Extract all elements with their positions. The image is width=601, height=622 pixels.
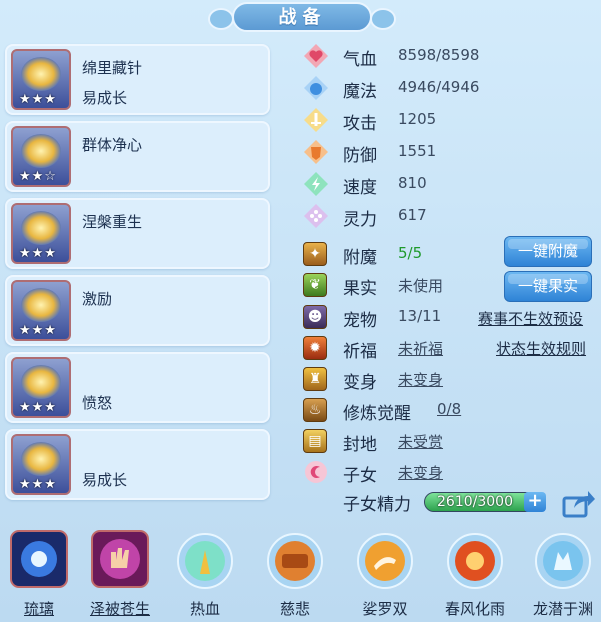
inspire-gear-icon: ★★★ bbox=[11, 280, 71, 341]
purify-gear-icon: ★★☆ bbox=[11, 126, 71, 187]
enchant-icon: ✦ bbox=[303, 242, 327, 266]
add-energy-button[interactable]: + bbox=[524, 492, 546, 512]
gear-name: 激励 bbox=[82, 290, 113, 308]
gear-card-2[interactable]: ★★☆ 群体净心 bbox=[5, 121, 270, 192]
cultivate-icon: ♨ bbox=[303, 398, 327, 422]
share-icon[interactable] bbox=[562, 488, 596, 518]
speed-icon bbox=[304, 172, 328, 196]
ring-gear-icon: ★★★ bbox=[11, 357, 71, 418]
pet-icon: ☻ bbox=[303, 305, 327, 329]
one-click-fruit-button[interactable]: 一键果实 bbox=[504, 271, 592, 302]
skill-healing[interactable]: 泽被苍生 bbox=[85, 530, 155, 622]
child-icon bbox=[305, 461, 327, 483]
armor-gear-icon: ★★★ bbox=[11, 434, 71, 495]
page-title: 战备 bbox=[278, 7, 327, 28]
mana-icon bbox=[304, 76, 328, 100]
skill-hot-blood[interactable]: 热血 bbox=[170, 530, 240, 622]
gear-card-5[interactable]: ★★★ 愤怒 bbox=[5, 352, 270, 423]
gear-card-1[interactable]: ★★★ 绵里藏针 易成长 bbox=[5, 44, 270, 115]
heart-icon bbox=[304, 44, 328, 68]
rebirth-gear-icon: ★★★ bbox=[11, 203, 71, 264]
gear-trait: 易成长 bbox=[82, 471, 128, 489]
child-energy-text: 2610/3000 bbox=[437, 494, 513, 510]
dragon-icon bbox=[535, 533, 591, 589]
transform-icon: ♜ bbox=[303, 367, 327, 391]
spring-rain-icon bbox=[447, 533, 503, 589]
gear-name: 绵里藏针 bbox=[82, 59, 143, 77]
spirit-icon bbox=[304, 204, 328, 228]
event-preset-link[interactable]: 赛事不生效预设 bbox=[478, 308, 583, 329]
healing-hand-icon bbox=[91, 530, 149, 588]
skill-dragon[interactable]: 龙潜于渊 bbox=[528, 530, 598, 622]
hot-blood-icon bbox=[177, 533, 233, 589]
gear-card-6[interactable]: ★★★ 易成长 bbox=[5, 429, 270, 500]
mercy-scroll-icon bbox=[267, 533, 323, 589]
armor-icon bbox=[304, 140, 328, 164]
skill-crystal[interactable]: 琉璃 bbox=[4, 530, 74, 622]
gear-name: 涅槃重生 bbox=[82, 213, 143, 231]
needle-gear-icon: ★★★ bbox=[11, 49, 71, 110]
fief-icon: ▤ bbox=[303, 429, 327, 453]
sword-icon bbox=[304, 108, 328, 132]
skill-spring-rain[interactable]: 春风化雨 bbox=[440, 530, 510, 622]
status-rules-link[interactable]: 状态生效规则 bbox=[496, 338, 586, 359]
one-click-enchant-button[interactable]: 一键附魔 bbox=[504, 236, 592, 267]
fruit-icon: ❦ bbox=[303, 273, 327, 297]
gear-card-3[interactable]: ★★★ 涅槃重生 bbox=[5, 198, 270, 269]
crystal-orb-icon bbox=[10, 530, 68, 588]
gear-trait: 愤怒 bbox=[82, 394, 113, 412]
gear-name: 群体净心 bbox=[82, 136, 143, 154]
gear-trait: 易成长 bbox=[82, 89, 128, 107]
sala-icon bbox=[357, 533, 413, 589]
gear-card-4[interactable]: ★★★ 激励 bbox=[5, 275, 270, 346]
skill-sala[interactable]: 娑罗双 bbox=[350, 530, 420, 622]
skill-mercy[interactable]: 慈悲 bbox=[260, 530, 330, 622]
child-energy-label: 子女精力 bbox=[343, 495, 411, 515]
pray-icon: ✹ bbox=[303, 336, 327, 360]
panel-title-tab: 战备 bbox=[208, 0, 396, 34]
